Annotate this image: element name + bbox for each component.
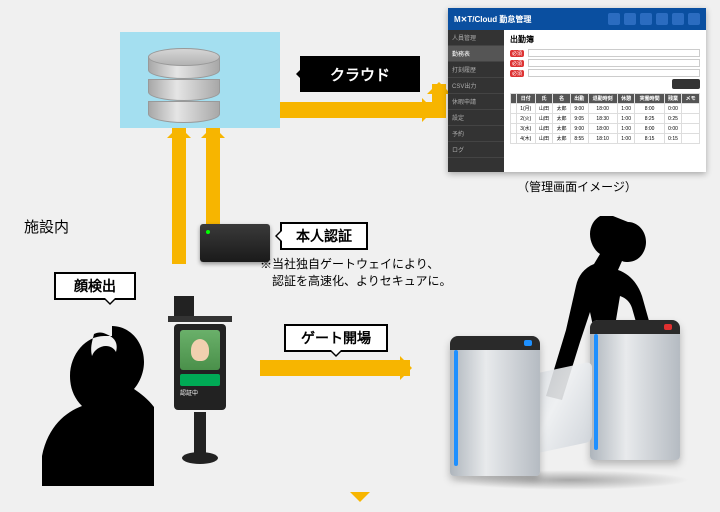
mgmt-input[interactable]: [528, 59, 700, 67]
required-tag: 必須: [510, 60, 524, 67]
authentication-label: 本人認証: [280, 222, 368, 250]
mgmt-table: 日付氏名出勤退勤時刻休憩実働時間残業メモ1(月)山田太郎9:0018:001:0…: [510, 93, 700, 144]
mgmt-sidebar-item[interactable]: 休暇申請: [448, 94, 504, 110]
cloud-label: クラウド: [300, 56, 420, 92]
gate-open-label: ゲート開場: [284, 324, 388, 352]
mgmt-th: 休憩: [617, 94, 635, 104]
gateway-note: ※当社独自ゲートウェイにより、 認証を高速化、よりセキュアに。: [260, 256, 452, 290]
gate-led-blue-icon: [524, 340, 532, 346]
face-detect-label: 顔検出: [54, 272, 136, 300]
mgmt-th: 出勤: [570, 94, 588, 104]
mgmt-sidebar-item[interactable]: 打刻履歴: [448, 62, 504, 78]
mgmt-input[interactable]: [528, 49, 700, 57]
kiosk-status-text: 認証中: [180, 388, 220, 397]
gate-led-red-icon: [664, 324, 672, 330]
mgmt-th: メモ: [682, 94, 700, 104]
mgmt-brand: M✕T/Cloud 勤怠管理: [454, 14, 531, 25]
mgmt-search-button[interactable]: [672, 79, 700, 89]
table-row: 4(木)山田太郎8:5518:101:008:150:15: [511, 134, 700, 144]
required-tag: 必須: [510, 50, 524, 57]
arrow-kiosk-to-db: [172, 128, 186, 264]
mgmt-header-icon[interactable]: [608, 13, 620, 25]
mgmt-sidebar: 人員管理勤務表打刻履歴CSV出力休暇申請設定予約ログ: [448, 30, 504, 172]
database-icon: [148, 48, 220, 118]
face-recognition-kiosk: 認証中: [160, 296, 248, 466]
kiosk-screen: 認証中: [174, 324, 226, 410]
kiosk-temp-indicator: [180, 374, 220, 386]
mgmt-caption: （管理画面イメージ）: [448, 178, 706, 195]
mgmt-th: 退勤時刻: [588, 94, 617, 104]
mgmt-sidebar-item[interactable]: 勤務表: [448, 46, 504, 62]
mgmt-sidebar-item[interactable]: 人員管理: [448, 30, 504, 46]
facility-label: 施設内: [24, 216, 69, 237]
security-gate: [430, 310, 710, 490]
kiosk-face-preview: [180, 330, 220, 370]
mgmt-sidebar-item[interactable]: 設定: [448, 110, 504, 126]
mgmt-header-icon[interactable]: [624, 13, 636, 25]
mgmt-th: 実働時間: [635, 94, 664, 104]
mgmt-header-icon[interactable]: [688, 13, 700, 25]
mgmt-th: 日付: [516, 94, 535, 104]
mgmt-page-title: 出勤簿: [510, 34, 700, 45]
mgmt-input[interactable]: [528, 69, 700, 77]
mgmt-th: 氏: [535, 94, 553, 104]
mgmt-header-icon[interactable]: [656, 13, 668, 25]
required-tag: 必須: [510, 70, 524, 77]
arrow-db-to-mgmt-head: [432, 84, 446, 118]
arrow-db-to-mgmt: [280, 102, 432, 118]
arrow-gateway-to-db: [206, 128, 220, 224]
person-silhouette-icon: [42, 316, 162, 486]
mgmt-sidebar-item[interactable]: 予約: [448, 126, 504, 142]
mgmt-header-icon[interactable]: [640, 13, 652, 25]
table-row: 2(火)山田太郎9:0518:301:008:250:25: [511, 114, 700, 124]
kiosk-camera-icon: [174, 296, 194, 316]
management-screen: M✕T/Cloud 勤怠管理 人員管理勤務表打刻履歴CSV出力休暇申請設定予約ロ…: [448, 8, 706, 172]
mgmt-header-icon[interactable]: [672, 13, 684, 25]
mgmt-th: 名: [553, 94, 571, 104]
table-row: 3(水)山田太郎9:0018:001:008:000:00: [511, 124, 700, 134]
mgmt-sidebar-item[interactable]: ログ: [448, 142, 504, 158]
arrow-kiosk-to-gate: [260, 360, 410, 376]
arrow-gateway-to-kiosk: [0, 0, 12, 54]
mgmt-header: M✕T/Cloud 勤怠管理: [448, 8, 706, 30]
gate-pillar: [590, 320, 680, 460]
mgmt-sidebar-item[interactable]: CSV出力: [448, 78, 504, 94]
gateway-device: [200, 224, 270, 262]
gate-pillar: [450, 336, 540, 476]
table-row: 1(月)山田太郎9:0018:001:008:000:00: [511, 104, 700, 114]
mgmt-th: 残業: [664, 94, 682, 104]
